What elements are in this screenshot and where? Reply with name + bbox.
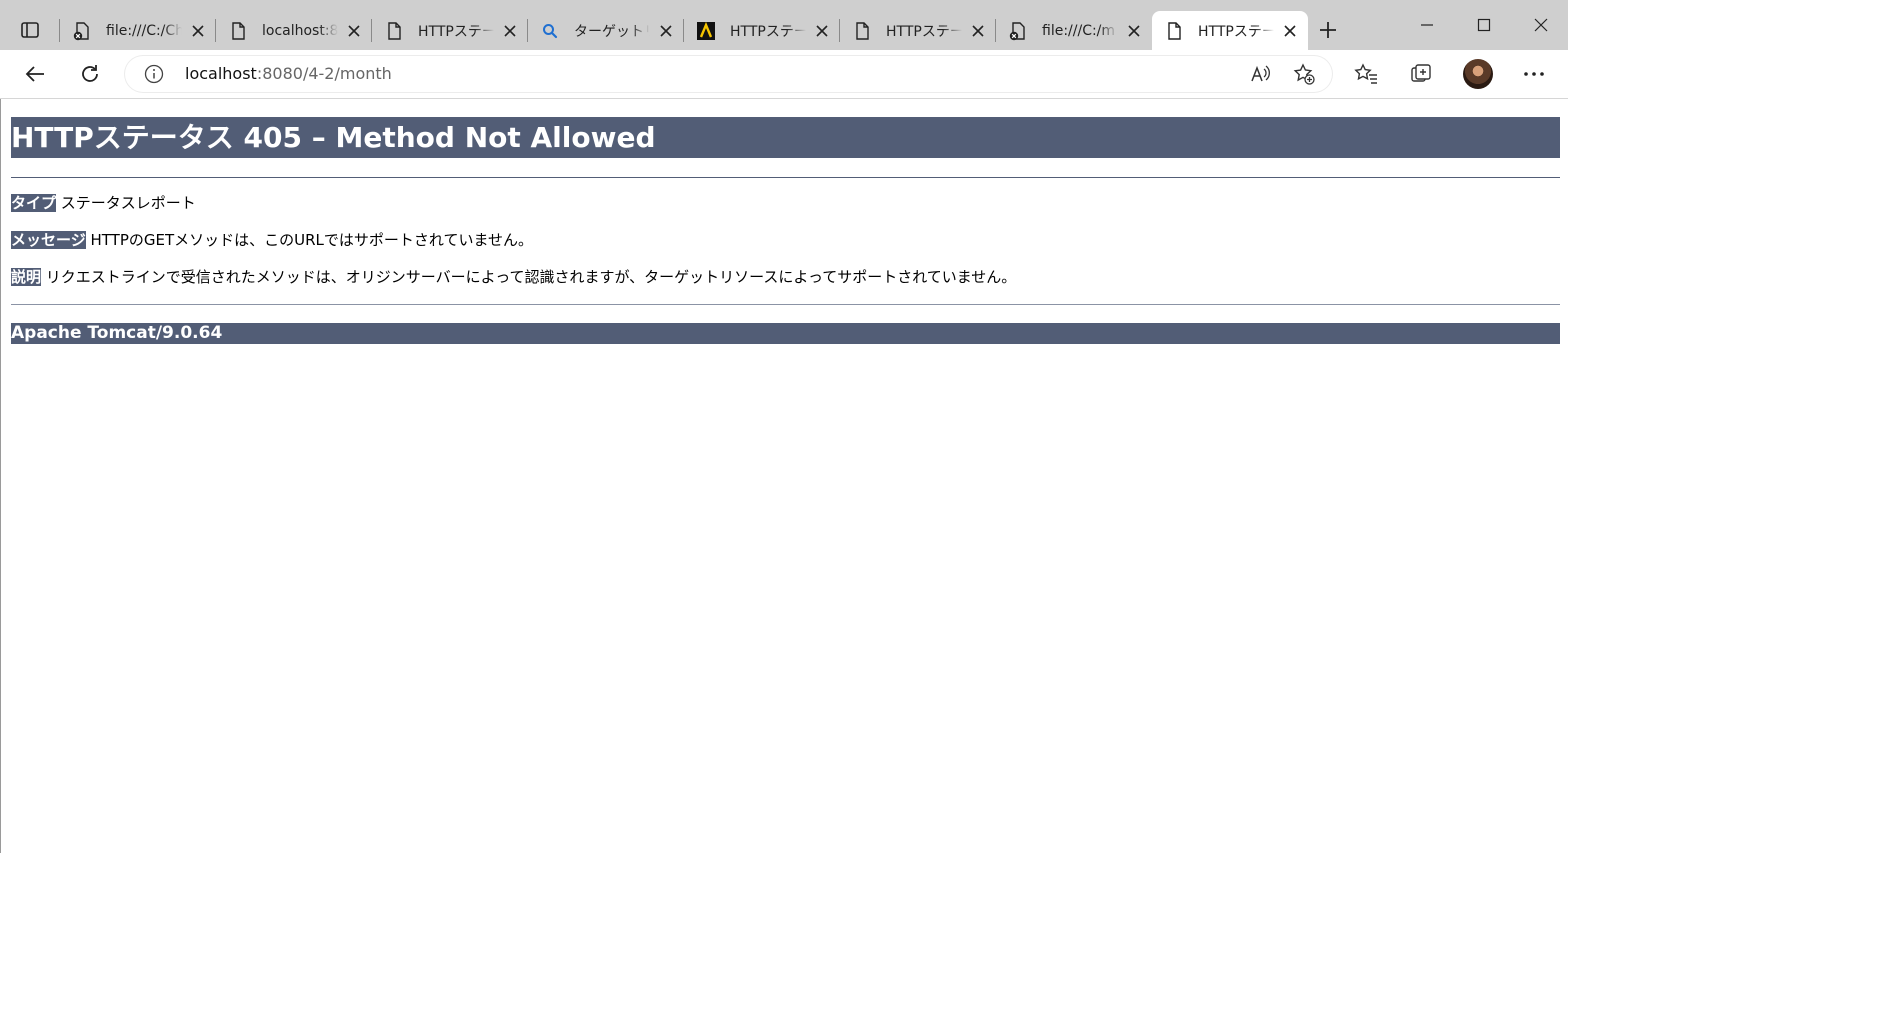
tab-actions-button[interactable] [10,10,50,50]
page-icon [852,21,872,41]
tab-5[interactable]: HTTPステータス [840,11,996,50]
url-text[interactable]: localhost:8080/4-2/month [185,64,392,83]
tab-0[interactable]: file:///C:/Ch [60,11,216,50]
more-dots-icon [1523,71,1545,77]
url-path: :8080/4-2/month [256,64,392,83]
read-aloud-button[interactable] [1242,56,1278,92]
profile-avatar[interactable] [1463,59,1493,89]
url-host: localhost [185,64,257,83]
close-tab-icon[interactable] [654,19,678,43]
close-tab-icon[interactable] [342,19,366,43]
tab-strip: file:///C:/Ch localhost:80 HTTPステータス ターゲ… [0,0,1568,50]
new-tab-button[interactable] [1312,14,1344,46]
close-tab-icon[interactable] [186,19,210,43]
close-tab-icon[interactable] [810,19,834,43]
page-icon [1164,21,1184,41]
type-label: タイプ [11,194,57,212]
collections-button[interactable] [1403,56,1439,92]
message-value: HTTPのGETメソッドは、このURLではサポートされていません。 [90,231,533,249]
close-icon [1534,18,1548,32]
site-logo-icon [696,21,716,41]
type-value: ステータスレポート [60,194,196,212]
tab-title: HTTPステータス [1198,23,1274,40]
search-icon [540,21,560,41]
close-window-button[interactable] [1518,5,1564,45]
divider [11,177,1560,178]
page-title: HTTPステータス 405 – Method Not Allowed [11,117,1560,158]
file-error-icon [1008,21,1028,41]
plus-icon [1318,20,1338,40]
page-icon [384,21,404,41]
add-favorite-button[interactable] [1286,56,1322,92]
message-label: メッセージ [11,231,86,249]
close-tab-icon[interactable] [1122,19,1146,43]
tab-2[interactable]: HTTPステータス [372,11,528,50]
server-footer: Apache Tomcat/9.0.64 [11,323,1560,344]
site-info-icon[interactable] [143,63,165,85]
maximize-icon [1477,18,1491,32]
collections-icon [1410,63,1432,85]
tab-7-active[interactable]: HTTPステータス [1152,11,1308,50]
refresh-button[interactable] [72,56,108,92]
address-bar[interactable]: localhost:8080/4-2/month [125,56,1332,92]
minimize-icon [1420,18,1434,32]
divider [11,304,1560,305]
tab-title: ターゲットリソース [574,23,650,40]
minimize-button[interactable] [1404,5,1450,45]
tab-3[interactable]: ターゲットリソース [528,11,684,50]
settings-more-button[interactable] [1516,56,1552,92]
browser-toolbar: localhost:8080/4-2/month [0,50,1568,99]
tab-1[interactable]: localhost:80 [216,11,372,50]
tab-title: file:///C:/Ch [106,22,182,39]
maximize-button[interactable] [1461,5,1507,45]
close-tab-icon[interactable] [966,19,990,43]
type-row: タイプ ステータスレポート [11,194,196,213]
page-icon [228,21,248,41]
read-aloud-icon [1249,63,1271,85]
tab-4[interactable]: HTTPステータス [684,11,840,50]
file-error-icon [72,21,92,41]
back-arrow-icon [24,63,46,85]
close-tab-icon[interactable] [1278,19,1302,43]
page-content: HTTPステータス 405 – Method Not Allowed タイプ ス… [0,99,1568,853]
tab-title: HTTPステータス [418,23,494,40]
description-label: 説明 [11,268,42,286]
close-tab-icon[interactable] [498,19,522,43]
description-row: 説明 リクエストラインで受信されたメソッドは、オリジンサーバーによって認識されま… [11,268,1016,287]
favorites-icon [1354,63,1378,85]
description-value: リクエストラインで受信されたメソッドは、オリジンサーバーによって認識されますが、… [45,268,1017,286]
star-add-icon [1293,63,1315,85]
tab-title: HTTPステータス [886,23,962,40]
tab-actions-icon [20,20,40,40]
message-row: メッセージ HTTPのGETメソッドは、このURLではサポートされていません。 [11,231,533,250]
tab-title: localhost:80 [262,22,338,39]
back-button[interactable] [17,56,53,92]
tab-6[interactable]: file:///C:/m [996,11,1152,50]
tab-title: file:///C:/m [1042,22,1116,39]
favorites-button[interactable] [1348,56,1384,92]
refresh-icon [79,63,101,85]
tab-title: HTTPステータス [730,23,806,40]
